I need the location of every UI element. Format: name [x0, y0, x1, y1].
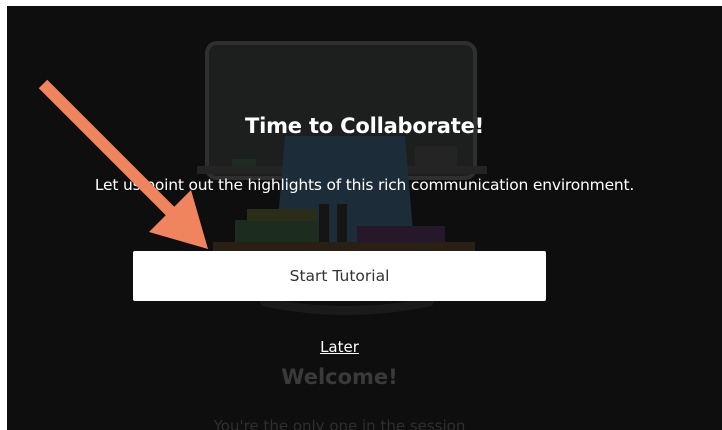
modal-subtitle: Let us point out the highlights of this …: [94, 176, 635, 194]
later-link[interactable]: Later: [7, 338, 672, 356]
start-tutorial-button[interactable]: Start Tutorial: [133, 251, 546, 301]
background-welcome-text: Welcome!: [281, 365, 398, 389]
background-partial-text: You're the only one in the session: [213, 417, 466, 430]
tutorial-overlay: Time to Collaborate! Let us point out th…: [7, 6, 722, 430]
modal-title: Time to Collaborate!: [245, 114, 484, 138]
